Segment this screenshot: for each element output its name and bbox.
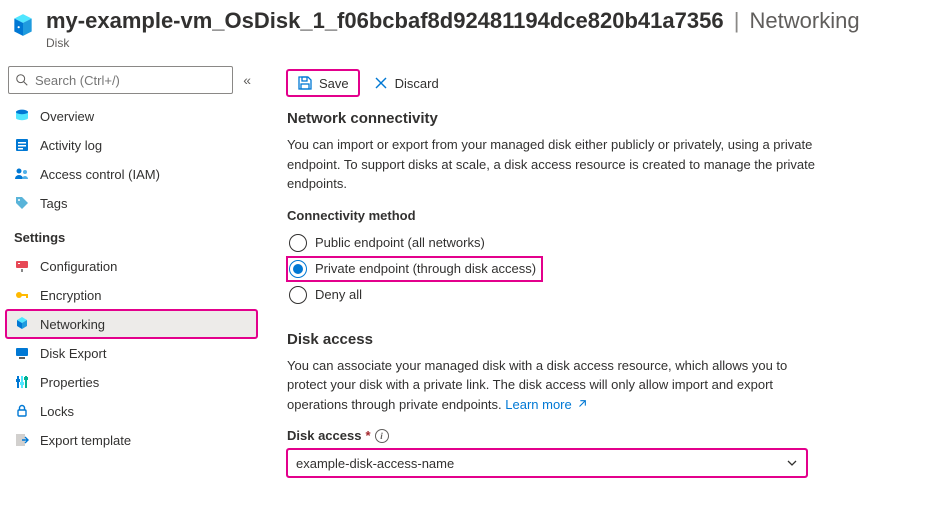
blade-name: Networking — [750, 8, 860, 33]
collapse-sidebar-button[interactable]: « — [239, 68, 255, 92]
connectivity-method-label: Connectivity method — [287, 208, 827, 223]
sidebar-item-properties[interactable]: Properties — [6, 368, 257, 396]
disk-access-field-label: Disk access * i — [287, 428, 827, 443]
resource-type-label: Disk — [46, 36, 931, 50]
activity-log-icon — [14, 137, 30, 153]
save-button[interactable]: Save — [287, 70, 359, 96]
learn-more-link[interactable]: Learn more — [505, 397, 587, 412]
disk-export-icon — [14, 345, 30, 361]
network-connectivity-desc: You can import or export from your manag… — [287, 135, 827, 194]
sidebar-item-configuration[interactable]: Configuration — [6, 252, 257, 280]
sidebar-section-settings: Settings — [6, 218, 257, 251]
sidebar-item-activity-log[interactable]: Activity log — [6, 131, 257, 159]
network-connectivity-title: Network connectivity — [287, 110, 827, 127]
export-template-icon — [14, 432, 30, 448]
page-header: my-example-vm_OsDisk_1_f06bcbaf8d9248119… — [0, 0, 941, 62]
toolbar: Save Discard — [287, 62, 941, 110]
disk-resource-icon — [10, 8, 46, 41]
radio-private-endpoint[interactable]: Private endpoint (through disk access) — [287, 257, 542, 281]
sidebar-item-encryption[interactable]: Encryption — [6, 281, 257, 309]
connectivity-method-radio-group: Public endpoint (all networks) Private e… — [287, 229, 827, 309]
page-title: my-example-vm_OsDisk_1_f06bcbaf8d9248119… — [46, 8, 931, 34]
properties-icon — [14, 374, 30, 390]
search-icon — [15, 73, 29, 87]
discard-button-label: Discard — [395, 76, 439, 91]
search-box[interactable] — [8, 66, 233, 94]
save-button-label: Save — [319, 76, 349, 91]
radio-label: Deny all — [315, 287, 362, 302]
lock-icon — [14, 403, 30, 419]
radio-circle-icon — [289, 286, 307, 304]
radio-label: Private endpoint (through disk access) — [315, 261, 536, 276]
radio-public-endpoint[interactable]: Public endpoint (all networks) — [287, 229, 827, 257]
sidebar-item-label: Locks — [40, 404, 74, 419]
discard-button[interactable]: Discard — [363, 70, 449, 96]
sidebar-item-label: Encryption — [40, 288, 101, 303]
radio-label: Public endpoint (all networks) — [315, 235, 485, 250]
required-asterisk: * — [365, 428, 370, 443]
disk-access-desc: You can associate your managed disk with… — [287, 356, 827, 415]
encryption-icon — [14, 287, 30, 303]
radio-deny-all[interactable]: Deny all — [287, 281, 827, 309]
radio-circle-icon — [289, 234, 307, 252]
sidebar: « Overview Activity log Access control (… — [0, 62, 263, 477]
disk-access-dropdown[interactable]: example-disk-access-name — [287, 449, 807, 477]
search-input[interactable] — [35, 73, 226, 88]
title-separator: | — [734, 8, 740, 33]
save-icon — [297, 75, 313, 91]
disk-access-label-text: Disk access — [287, 428, 361, 443]
sidebar-item-access-control[interactable]: Access control (IAM) — [6, 160, 257, 188]
info-icon[interactable]: i — [375, 429, 389, 443]
sidebar-item-label: Configuration — [40, 259, 117, 274]
sidebar-item-label: Disk Export — [40, 346, 106, 361]
tags-icon — [14, 195, 30, 211]
resource-name: my-example-vm_OsDisk_1_f06bcbaf8d9248119… — [46, 8, 724, 33]
main-content: Save Discard Network connectivity You ca… — [263, 62, 941, 477]
external-link-icon — [577, 399, 587, 409]
sidebar-item-export-template[interactable]: Export template — [6, 426, 257, 454]
disk-access-title: Disk access — [287, 331, 827, 348]
sidebar-item-label: Overview — [40, 109, 94, 124]
access-control-icon — [14, 166, 30, 182]
dropdown-value: example-disk-access-name — [296, 456, 454, 471]
networking-icon — [14, 316, 30, 332]
sidebar-item-locks[interactable]: Locks — [6, 397, 257, 425]
sidebar-item-label: Networking — [40, 317, 105, 332]
sidebar-item-label: Export template — [40, 433, 131, 448]
sidebar-item-label: Properties — [40, 375, 99, 390]
sidebar-item-networking[interactable]: Networking — [6, 310, 257, 338]
sidebar-item-overview[interactable]: Overview — [6, 102, 257, 130]
sidebar-item-label: Access control (IAM) — [40, 167, 160, 182]
sidebar-item-tags[interactable]: Tags — [6, 189, 257, 217]
chevron-down-icon — [786, 457, 798, 469]
sidebar-item-label: Activity log — [40, 138, 102, 153]
sidebar-item-disk-export[interactable]: Disk Export — [6, 339, 257, 367]
configuration-icon — [14, 258, 30, 274]
overview-icon — [14, 108, 30, 124]
discard-icon — [373, 75, 389, 91]
sidebar-item-label: Tags — [40, 196, 67, 211]
learn-more-label: Learn more — [505, 397, 571, 412]
radio-circle-icon — [289, 260, 307, 278]
